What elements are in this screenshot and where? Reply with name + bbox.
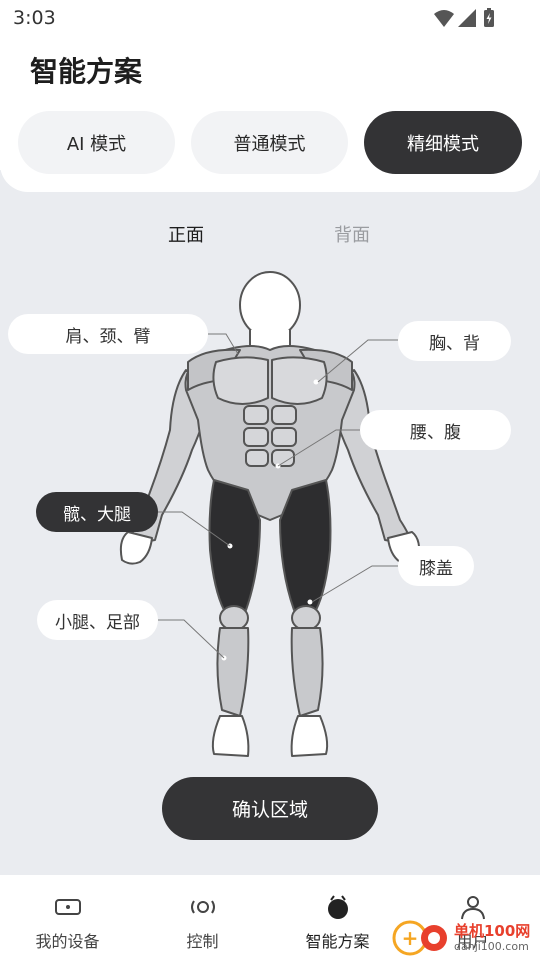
svg-text:+: +: [402, 926, 419, 950]
watermark: + 单机100网 danji100.com: [390, 914, 540, 958]
status-bar: 3:03: [0, 0, 540, 36]
region-knee-pill[interactable]: 膝盖: [398, 546, 474, 586]
nav-label: 智能方案: [305, 932, 370, 951]
nav-control[interactable]: 控制: [135, 876, 270, 960]
page-title: 智能方案: [30, 55, 143, 88]
mode-normal-button[interactable]: 普通模式: [191, 111, 348, 174]
watermark-text: 单机100网: [454, 922, 531, 940]
nav-label: 我的设备: [35, 932, 100, 951]
smart-plan-icon: [327, 895, 348, 919]
region-chest-pill[interactable]: 胸、背: [398, 321, 511, 361]
right-foot: [290, 715, 329, 757]
status-icons: [434, 8, 494, 27]
right-knee: [291, 605, 321, 631]
device-icon: [54, 899, 81, 915]
nav-smart-plan[interactable]: 智能方案: [270, 876, 405, 960]
left-hand: [119, 531, 153, 565]
head: [239, 271, 301, 339]
confirm-region-button[interactable]: 确认区域: [162, 777, 378, 840]
left-knee: [219, 605, 249, 631]
region-waist-pill[interactable]: 腰、腹: [360, 410, 511, 450]
region-hip-pill[interactable]: 髋、大腿: [36, 492, 158, 532]
right-calf: [290, 627, 324, 717]
status-time: 3:03: [13, 7, 56, 29]
region-calf-pill[interactable]: 小腿、足部: [37, 600, 158, 640]
mode-ai-button[interactable]: AI 模式: [18, 111, 175, 174]
control-icon: [190, 900, 215, 914]
nav-my-devices[interactable]: 我的设备: [0, 876, 135, 960]
watermark-url: danji100.com: [454, 940, 529, 953]
right-thigh: [279, 479, 332, 611]
mode-selector: AI 模式 普通模式 精细模式: [0, 100, 540, 192]
left-foot: [211, 715, 250, 757]
right-pec: [271, 356, 328, 405]
tab-front[interactable]: 正面: [168, 221, 204, 247]
nav-label: 控制: [186, 932, 219, 951]
region-shoulder-pill[interactable]: 肩、颈、臂: [8, 314, 208, 354]
signal-icon: [458, 9, 476, 27]
tab-back[interactable]: 背面: [334, 221, 370, 247]
wifi-icon: [434, 10, 454, 27]
mode-fine-button[interactable]: 精细模式: [364, 111, 522, 174]
left-pec: [212, 356, 269, 405]
left-thigh: [208, 479, 261, 611]
left-calf: [216, 627, 250, 717]
